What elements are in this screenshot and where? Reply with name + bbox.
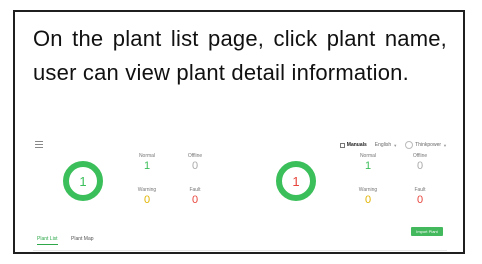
manuals-link[interactable]: Manuals <box>339 142 367 148</box>
book-icon <box>339 142 345 148</box>
ring-value: 1 <box>292 173 300 189</box>
stat-warning: Warning 0 <box>354 187 382 206</box>
stat-fault: Fault 0 <box>406 187 434 206</box>
stat-label: Fault <box>189 187 201 193</box>
stat-label: Offline <box>412 153 428 159</box>
stat-value: 0 <box>364 194 372 206</box>
stat-label: Fault <box>414 187 426 193</box>
stat-value: 1 <box>364 160 372 172</box>
language-select[interactable]: English ▼ <box>375 142 397 148</box>
stat-fault: Fault 0 <box>181 187 209 206</box>
chevron-down-icon: ▼ <box>443 142 447 148</box>
stat-offline: Offline 0 <box>181 153 209 172</box>
ring-value: 1 <box>79 173 87 189</box>
stat-offline: Offline 0 <box>406 153 434 172</box>
status-panel-left: 1 Normal 1 Offline 0 Warning 0 Fault 0 <box>33 149 240 219</box>
stat-value: 0 <box>191 160 199 172</box>
stat-label: Warning <box>137 187 157 193</box>
tab-plant-map[interactable]: Plant Map <box>71 236 94 242</box>
user-menu[interactable]: Thinkpower ▼ <box>405 141 447 149</box>
manuals-label: Manuals <box>346 142 367 148</box>
stat-label: Normal <box>359 153 377 159</box>
stat-value: 1 <box>143 160 151 172</box>
status-ring: 1 <box>276 161 316 201</box>
stat-value: 0 <box>416 194 424 206</box>
stat-normal: Normal 1 <box>354 153 382 172</box>
language-label: English <box>374 142 392 148</box>
user-name: Thinkpower <box>415 142 442 148</box>
instruction-text: On the plant list page, click plant name… <box>33 26 447 85</box>
document-frame: On the plant list page, click plant name… <box>13 10 465 254</box>
stat-value: 0 <box>143 194 151 206</box>
avatar <box>405 141 414 149</box>
stat-label: Warning <box>358 187 378 193</box>
status-panel-right: 1 Normal 1 Offline 0 Warning 0 Fault 0 <box>240 149 447 219</box>
stat-warning: Warning 0 <box>133 187 161 206</box>
stat-normal: Normal 1 <box>133 153 161 172</box>
tab-bar: Plant List Plant Map <box>33 234 447 251</box>
stat-label: Offline <box>187 153 203 159</box>
chevron-down-icon: ▼ <box>393 142 398 148</box>
tab-plant-list[interactable]: Plant List <box>37 236 58 245</box>
stat-label: Normal <box>138 153 156 159</box>
stat-value: 0 <box>416 160 424 172</box>
app-screenshot: Manuals English ▼ Thinkpower ▼ 1 Normal … <box>33 139 447 251</box>
stat-value: 0 <box>191 194 199 206</box>
status-ring: 1 <box>63 161 103 201</box>
